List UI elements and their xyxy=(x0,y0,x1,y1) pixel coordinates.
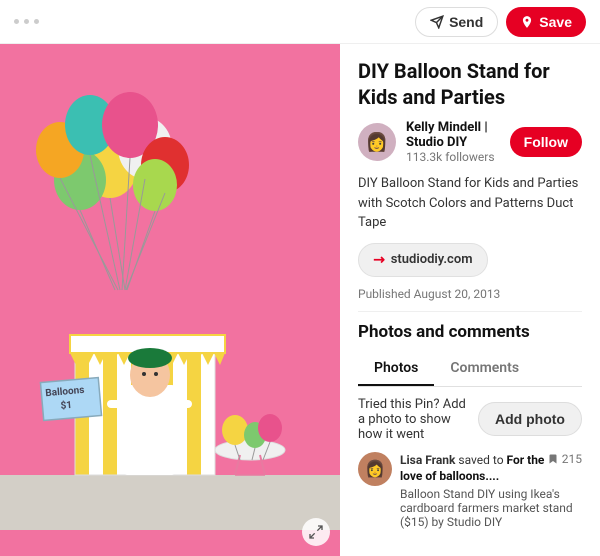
tabs-row: Photos Comments xyxy=(358,352,582,387)
comment-save-count: 215 xyxy=(547,452,582,466)
dot-1 xyxy=(14,19,19,24)
pin-description: DIY Balloon Stand for Kids and Parties w… xyxy=(358,174,582,233)
bookmark-icon xyxy=(547,453,559,465)
author-avatar-emoji: 👩 xyxy=(366,132,388,153)
published-date: Published August 20, 2013 xyxy=(358,287,582,301)
external-link-icon: ↗ xyxy=(369,250,389,270)
comment-top-line: Lisa Frank saved to For the love of ball… xyxy=(400,452,582,486)
scene-svg: Balloons $1 xyxy=(0,44,340,556)
website-link[interactable]: ↗ studiodiy.com xyxy=(358,243,488,277)
author-row: 👩 Kelly Mindell | Studio DIY 113.3k foll… xyxy=(358,120,582,164)
top-bar-actions: Send Save xyxy=(415,7,586,37)
comment-avatar[interactable]: 👩 xyxy=(358,452,392,486)
comment-header: Lisa Frank saved to For the love of ball… xyxy=(400,452,547,486)
follow-button[interactable]: Follow xyxy=(510,127,582,157)
comment-text: Balloon Stand DIY using Ikea's cardboard… xyxy=(400,487,582,529)
image-panel: Balloons $1 xyxy=(0,44,340,556)
divider-1 xyxy=(358,311,582,312)
top-bar: Send Save xyxy=(0,0,600,44)
add-photo-prompt: Tried this Pin? Add a photo to show how … xyxy=(358,397,468,442)
author-avatar[interactable]: 👩 xyxy=(358,123,396,161)
save-label: Save xyxy=(539,14,572,30)
expand-button[interactable] xyxy=(302,518,330,546)
send-button[interactable]: Send xyxy=(415,7,498,37)
main-content: Balloons $1 xyxy=(0,44,600,556)
scene: Balloons $1 xyxy=(0,44,340,556)
author-name[interactable]: Kelly Mindell | Studio DIY xyxy=(406,120,500,150)
send-label: Send xyxy=(449,14,483,30)
pin-icon xyxy=(520,15,534,29)
add-photo-button[interactable]: Add photo xyxy=(478,402,582,436)
info-panel: DIY Balloon Stand for Kids and Parties 👩… xyxy=(340,44,600,556)
section-title: Photos and comments xyxy=(358,322,582,342)
comment-body: Lisa Frank saved to For the love of ball… xyxy=(400,452,582,530)
menu-dots[interactable] xyxy=(14,19,39,24)
expand-icon xyxy=(308,524,324,540)
add-photo-row: Tried this Pin? Add a photo to show how … xyxy=(358,397,582,442)
page-container: Send Save xyxy=(0,0,600,556)
comment-saver[interactable]: Lisa Frank xyxy=(400,453,455,467)
tab-photos[interactable]: Photos xyxy=(358,352,434,386)
tab-comments[interactable]: Comments xyxy=(434,352,535,386)
author-info: Kelly Mindell | Studio DIY 113.3k follow… xyxy=(406,120,500,164)
author-followers: 113.3k followers xyxy=(406,150,500,164)
comment-row: 👩 Lisa Frank saved to For the love of ba… xyxy=(358,452,582,530)
comment-action: saved to xyxy=(458,453,506,467)
pin-title: DIY Balloon Stand for Kids and Parties xyxy=(358,58,582,110)
save-button[interactable]: Save xyxy=(506,7,586,37)
dot-2 xyxy=(24,19,29,24)
dot-3 xyxy=(34,19,39,24)
send-icon xyxy=(430,15,444,29)
svg-text:$1: $1 xyxy=(60,398,73,412)
website-url: studiodiy.com xyxy=(391,252,473,267)
